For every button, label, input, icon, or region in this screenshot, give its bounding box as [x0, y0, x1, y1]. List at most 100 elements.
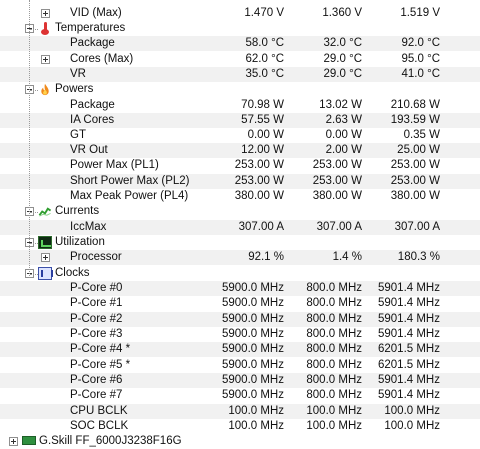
tree-row-clock-pcore5[interactable]: P-Core #5 * 5900.0 MHz 800.0 MHz 6201.5 …: [0, 358, 480, 373]
tree-line: [29, 0, 30, 278]
sensor-label: Processor: [70, 251, 122, 263]
sensor-current: 0.00 W: [247, 129, 284, 141]
tree-row-clock-pcore7[interactable]: P-Core #7 5900.0 MHz 800.0 MHz 5901.4 MH…: [0, 388, 480, 403]
tree-row-clock-soc-bclk[interactable]: SOC BCLK 100.0 MHz 100.0 MHz 100.0 MHz: [0, 419, 480, 434]
sensor-current: 5900.0 MHz: [221, 328, 284, 340]
sensor-label: VR Out: [70, 144, 108, 156]
sensor-max: 41.0 °C: [401, 68, 440, 80]
sensor-max: 5901.4 MHz: [377, 374, 440, 386]
tree-row-power-vr-out[interactable]: VR Out 12.00 W 2.00 W 25.00 W: [0, 143, 480, 159]
sensor-max: 380.00 W: [390, 190, 440, 202]
sensor-label: CPU BCLK: [70, 405, 128, 417]
sensor-current: 307.00 A: [238, 221, 284, 233]
tree-row-clock-pcore1[interactable]: P-Core #1 5900.0 MHz 800.0 MHz 5901.4 MH…: [0, 296, 480, 311]
group-powers[interactable]: Powers: [0, 82, 480, 97]
sensor-label: Package: [70, 37, 115, 49]
sensor-current: 62.0 °C: [245, 53, 284, 65]
sensor-current: 253.00 W: [234, 159, 284, 171]
sensor-current: 5900.0 MHz: [221, 282, 284, 294]
sensor-min: 800.0 MHz: [306, 389, 362, 401]
sensor-min: 32.0 °C: [323, 37, 362, 49]
sensor-label: IA Cores: [70, 114, 115, 126]
sensor-label: Power Max (PL1): [70, 159, 159, 171]
sensor-max: 100.0 MHz: [384, 405, 440, 417]
tree-row-clock-pcore2[interactable]: P-Core #2 5900.0 MHz 800.0 MHz 5901.4 MH…: [0, 312, 480, 328]
tree-row-power-pl4[interactable]: Max Peak Power (PL4) 380.00 W 380.00 W 3…: [0, 189, 480, 204]
sensor-max: 95.0 °C: [401, 53, 440, 65]
sensor-min: 800.0 MHz: [306, 374, 362, 386]
tree-row-temp-vr[interactable]: VR 35.0 °C 29.0 °C 41.0 °C: [0, 67, 480, 83]
sensor-current: 100.0 MHz: [228, 405, 284, 417]
expand-toggle[interactable]: [41, 55, 50, 64]
sensor-current: 5900.0 MHz: [221, 313, 284, 325]
sensor-current: 380.00 W: [234, 190, 284, 202]
expand-toggle[interactable]: [41, 253, 50, 262]
tree-row-power-package[interactable]: Package 70.98 W 13.02 W 210.68 W: [0, 98, 480, 113]
tree-row-vid[interactable]: VID (Max) 1.470 V 1.360 V 1.519 V: [0, 6, 480, 21]
tree-row-temp-cores[interactable]: Cores (Max) 62.0 °C 29.0 °C 95.0 °C: [0, 52, 480, 67]
expand-toggle[interactable]: [41, 9, 50, 18]
group-currents[interactable]: Currents: [0, 204, 480, 219]
sensor-min: 800.0 MHz: [306, 297, 362, 309]
tree-row-clock-pcore0[interactable]: P-Core #0 5900.0 MHz 800.0 MHz 5901.4 MH…: [0, 281, 480, 297]
tree-row-clock-pcore4[interactable]: P-Core #4 * 5900.0 MHz 800.0 MHz 6201.5 …: [0, 342, 480, 358]
sensor-min: 380.00 W: [312, 190, 362, 202]
group-utilization[interactable]: Utilization: [0, 235, 480, 250]
sensor-min: 1.360 V: [322, 7, 362, 19]
sensor-max: 1.519 V: [400, 7, 440, 19]
tree-line: [30, 90, 38, 91]
current-graph-icon: [38, 207, 52, 217]
sensor-current: 12.00 W: [241, 144, 284, 156]
group-title: Powers: [55, 83, 94, 95]
tree-row-clock-cpu-bclk[interactable]: CPU BCLK 100.0 MHz 100.0 MHz 100.0 MHz: [0, 404, 480, 420]
sensor-current: 5900.0 MHz: [221, 374, 284, 386]
tree-row-clock-pcore6[interactable]: P-Core #6 5900.0 MHz 800.0 MHz 5901.4 MH…: [0, 373, 480, 389]
sensor-max: 25.00 W: [397, 144, 440, 156]
sensor-max: 92.0 °C: [401, 37, 440, 49]
sensor-max: 0.35 W: [403, 129, 440, 141]
sensor-max: 307.00 A: [394, 221, 440, 233]
sensor-current: 92.1 %: [248, 251, 284, 263]
sensor-max: 5901.4 MHz: [377, 297, 440, 309]
sensor-min: 29.0 °C: [323, 53, 362, 65]
sensor-label: Cores (Max): [70, 53, 134, 65]
tree-row-power-pl1[interactable]: Power Max (PL1) 253.00 W 253.00 W 253.00…: [0, 158, 480, 173]
tree-row-power-gt[interactable]: GT 0.00 W 0.00 W 0.35 W: [0, 128, 480, 143]
sensor-label: P-Core #6: [70, 374, 123, 386]
group-temperatures[interactable]: Temperatures: [0, 21, 480, 36]
sensor-min: 253.00 W: [312, 159, 362, 171]
sensor-label: P-Core #2: [70, 313, 123, 325]
sensor-label: VID (Max): [70, 7, 122, 19]
sensor-label: SOC BCLK: [70, 420, 129, 432]
sensor-min: 2.63 W: [325, 114, 362, 126]
sensor-max: 193.59 W: [390, 114, 440, 126]
tree-row-current-iccmax[interactable]: IccMax 307.00 A 307.00 A 307.00 A: [0, 220, 480, 236]
sensor-min: 800.0 MHz: [306, 328, 362, 340]
clock-bars-icon: [38, 267, 53, 280]
tree-row-clock-pcore3[interactable]: P-Core #3 5900.0 MHz 800.0 MHz 5901.4 MH…: [0, 327, 480, 342]
group-clocks[interactable]: Clocks: [0, 266, 480, 281]
sensor-current: 5900.0 MHz: [221, 359, 284, 371]
sensor-label: Package: [70, 99, 115, 111]
sensor-current: 35.0 °C: [245, 68, 284, 80]
flame-icon: [41, 83, 49, 96]
group-title: Utilization: [55, 236, 105, 248]
sensor-max: 5901.4 MHz: [377, 328, 440, 340]
tree-row-power-pl2[interactable]: Short Power Max (PL2) 253.00 W 253.00 W …: [0, 174, 480, 190]
sensor-max: 6201.5 MHz: [377, 359, 440, 371]
group-title: Currents: [55, 205, 100, 217]
sensor-max: 5901.4 MHz: [377, 389, 440, 401]
sensor-current: 70.98 W: [241, 99, 284, 111]
thermometer-icon: [38, 22, 52, 35]
sensor-min: 1.4 %: [332, 251, 362, 263]
sensor-label: P-Core #1: [70, 297, 123, 309]
tree-row-temp-package[interactable]: Package 58.0 °C 32.0 °C 92.0 °C: [0, 36, 480, 52]
sensor-label: P-Core #5 *: [70, 359, 131, 371]
sensor-min: 29.0 °C: [323, 68, 362, 80]
tree-row-util-processor[interactable]: Processor 92.1 % 1.4 % 180.3 %: [0, 250, 480, 266]
sensor-current: 58.0 °C: [245, 37, 284, 49]
sensor-min: 307.00 A: [316, 221, 362, 233]
sensor-max: 180.3 %: [397, 251, 440, 263]
sensor-min: 0.00 W: [325, 129, 362, 141]
tree-row-power-ia-cores[interactable]: IA Cores 57.55 W 2.63 W 193.59 W: [0, 113, 480, 129]
